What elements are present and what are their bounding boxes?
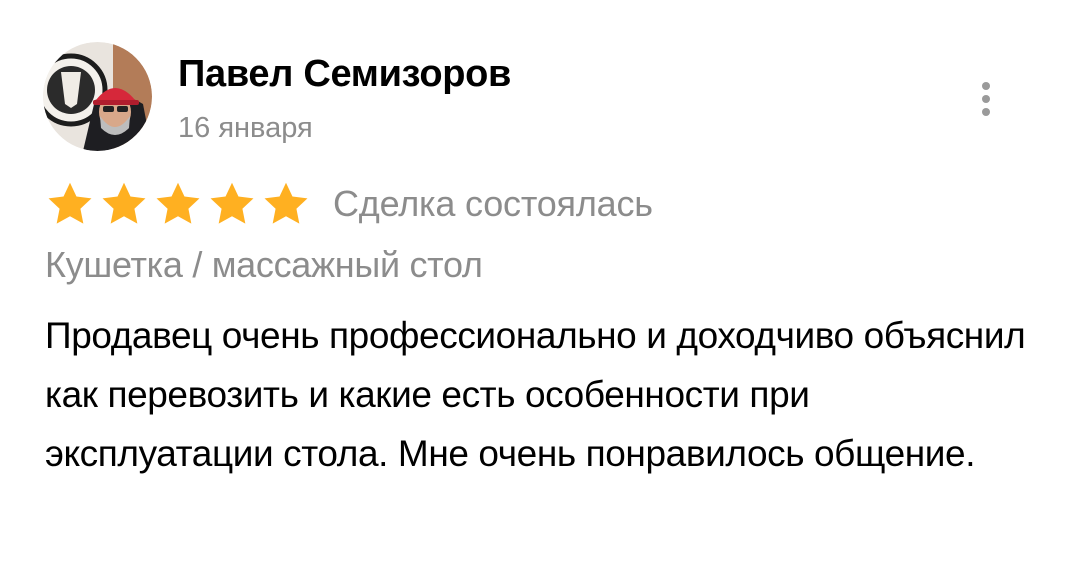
star-icon [156,182,200,224]
avatar[interactable] [43,42,152,151]
star-icon [264,182,308,224]
item-title[interactable]: Кушетка / массажный стол [45,242,483,288]
rating-stars [45,179,311,229]
star-icon [48,182,92,224]
review-date: 16 января [178,112,313,144]
author-name[interactable]: Павел Семизоров [178,52,511,96]
review-text: Продавец очень профессионально и доходчи… [45,315,1026,474]
menu-dot [982,82,990,90]
deal-status: Сделка состоялась [333,183,653,224]
menu-dot [982,108,990,116]
star-icon [102,182,146,224]
menu-dot [982,95,990,103]
star-icon [210,182,254,224]
avatar-image [43,42,152,151]
more-vertical-icon[interactable] [968,74,1004,124]
rating-row: Сделка состоялась [45,178,653,230]
review-card: Павел Семизоров 16 января Сделка состоял… [0,0,1080,583]
